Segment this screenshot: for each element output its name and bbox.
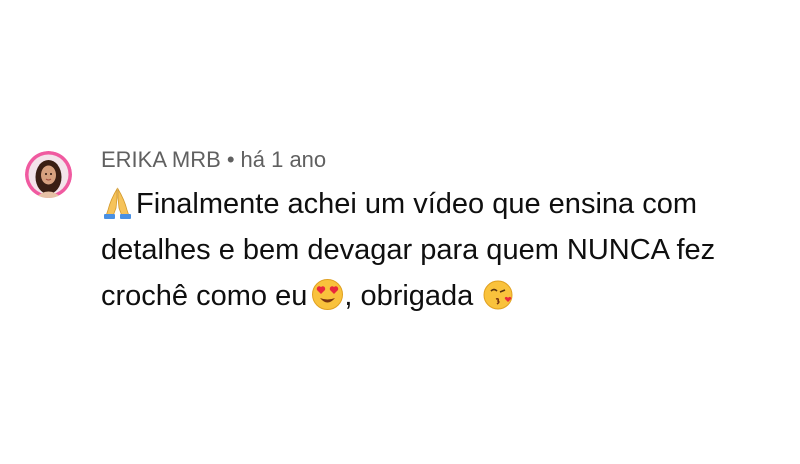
comment-timestamp[interactable]: há 1 ano <box>241 147 327 172</box>
folded-hands-icon <box>101 186 134 219</box>
avatar[interactable] <box>25 151 72 198</box>
comment-text: Finalmente achei um vídeo que ensina com… <box>101 181 781 319</box>
author-name[interactable]: ERIKA MRB <box>101 147 221 172</box>
heart-eyes-icon <box>311 278 344 311</box>
comment-header: ERIKA MRB • há 1 ano <box>101 145 785 175</box>
meta-separator: • <box>226 147 235 172</box>
avatar-photo-icon <box>25 151 72 198</box>
comment-thread-item: ERIKA MRB • há 1 ano Finalmente achei um v… <box>25 145 785 319</box>
comment-text-end: , obrigada <box>344 280 474 312</box>
face-blowing-kiss-icon <box>483 278 516 311</box>
